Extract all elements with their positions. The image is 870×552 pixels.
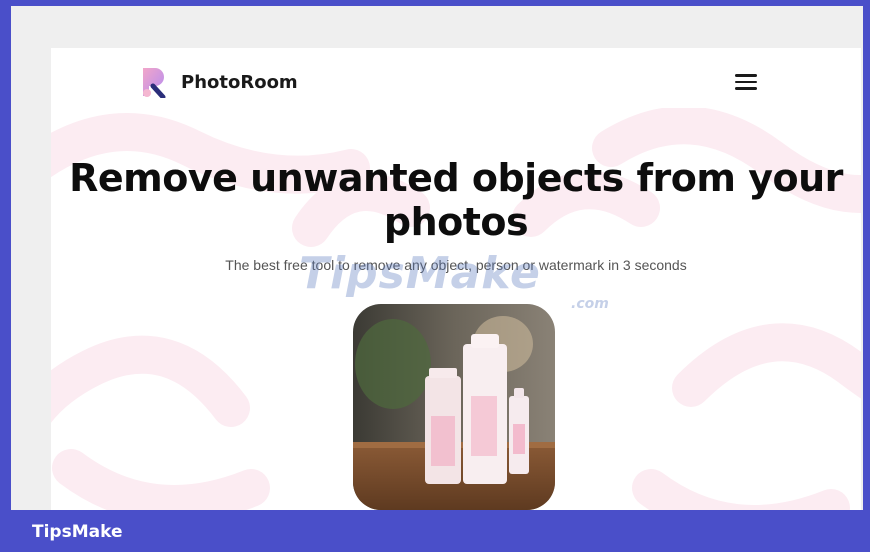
page-title: Remove unwanted objects from your photos	[51, 156, 861, 244]
hamburger-menu-icon[interactable]	[735, 74, 757, 92]
screenshot-frame: PhotoRoom Remove unwanted objects from y…	[0, 0, 870, 552]
watermark-suffix: .com	[571, 296, 609, 312]
footer-bar: TipsMake	[0, 510, 870, 552]
page-title-line1: Remove unwanted objects from your	[69, 156, 843, 200]
photoroom-logo-icon	[143, 68, 166, 98]
product-photo	[353, 304, 555, 510]
product-photo-illustration	[353, 304, 555, 510]
brand-logo[interactable]: PhotoRoom	[139, 66, 298, 98]
photoroom-webpage: PhotoRoom Remove unwanted objects from y…	[51, 48, 861, 516]
brand-name: PhotoRoom	[181, 71, 298, 93]
page-title-line2: photos	[383, 200, 529, 244]
footer-brand: TipsMake	[32, 522, 123, 542]
top-navigation: PhotoRoom	[51, 48, 861, 118]
watermark-text: TipsMake	[299, 248, 541, 299]
